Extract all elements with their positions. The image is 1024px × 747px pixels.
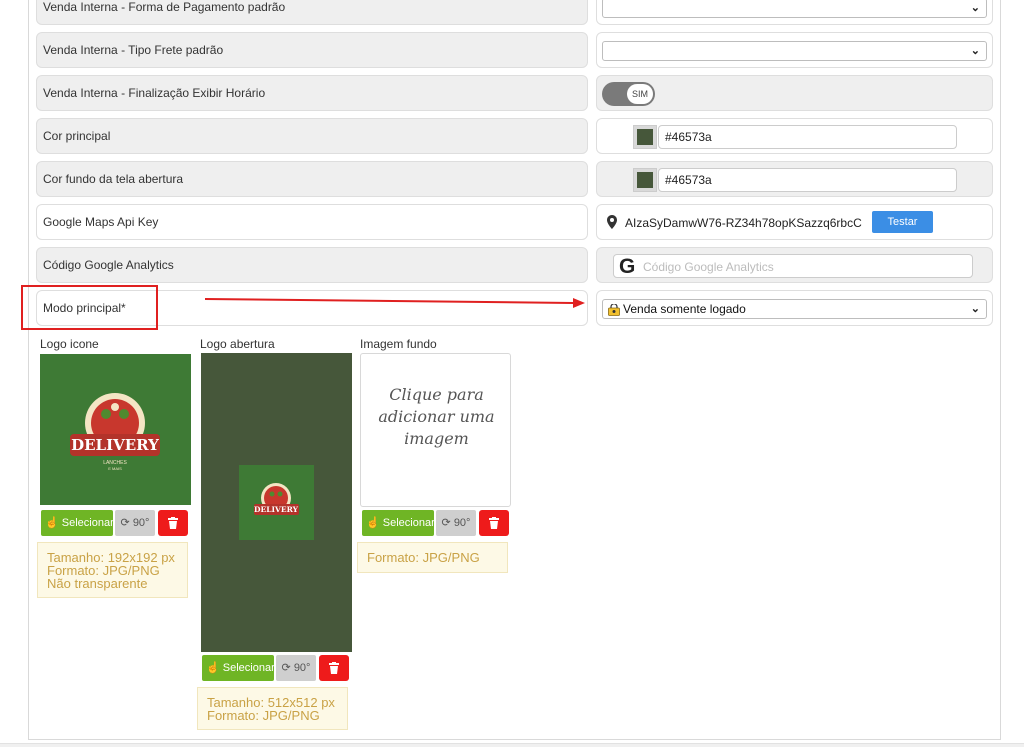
analytics-placeholder: Código Google Analytics — [643, 260, 774, 274]
row-label: Google Maps Api Key — [36, 204, 588, 240]
delete-image-button[interactable] — [319, 655, 349, 681]
logo-icon-actions: ☝ Selecionar ⟳ 90° — [41, 510, 191, 536]
page-bottom-divider — [0, 743, 1024, 747]
select-value: Venda somente logado — [623, 302, 746, 316]
logo-icon-info: Tamanho: 192x192 px Formato: JPG/PNG Não… — [37, 542, 188, 598]
select-image-button[interactable]: ☝ Selecionar — [41, 510, 114, 536]
google-icon: G — [619, 255, 636, 278]
row-label: Venda Interna - Forma de Pagamento padrã… — [36, 0, 588, 25]
chevron-down-icon: ⌄ — [970, 2, 980, 14]
analytics-code-input[interactable]: G Código Google Analytics — [613, 254, 973, 278]
chevron-down-icon: ⌄ — [970, 45, 980, 57]
row-primary-color: Cor principal #46573a — [36, 118, 993, 154]
rotate-label: 90° — [453, 517, 471, 529]
logo-text: DELIVERY — [71, 436, 159, 454]
background-image-dropzone[interactable]: Clique para adicionar uma imagem — [360, 353, 511, 507]
row-label: Código Google Analytics — [36, 247, 588, 283]
main-mode-select[interactable]: Venda somente logado ⌄ — [602, 299, 987, 319]
value-cell: Venda somente logado ⌄ — [596, 290, 993, 326]
logo-text: DELIVERY — [254, 505, 299, 514]
info-line: Não transparente — [47, 576, 148, 591]
color-swatch — [637, 172, 653, 188]
value-cell: #46573a — [596, 161, 993, 197]
color-swatch-button[interactable] — [633, 168, 657, 192]
value-cell: SIM — [596, 75, 993, 111]
logo-opening-image[interactable]: DELIVERY — [201, 353, 352, 652]
hand-pointer-icon: ☝ — [366, 517, 380, 529]
color-swatch — [637, 129, 653, 145]
rotate-button[interactable]: ⟳ 90° — [276, 655, 316, 681]
highlight-annotation — [21, 285, 158, 330]
select-label: Selecionar — [382, 517, 435, 529]
background-image-info: Formato: JPG/PNG — [357, 542, 508, 573]
select-label: Selecionar — [222, 662, 275, 674]
value-cell: AIzaSyDamwW76-RZ34h78opKSazzq6rbcC Testa… — [596, 204, 993, 240]
row-show-time: Venda Interna - Finalização Exibir Horár… — [36, 75, 993, 111]
add-image-placeholder: Clique para adicionar uma imagem — [378, 385, 495, 448]
rotate-button[interactable]: ⟳ 90° — [436, 510, 476, 536]
row-label: Cor principal — [36, 118, 588, 154]
payment-default-select[interactable]: ⌄ — [602, 0, 987, 18]
splash-bg-color-input[interactable]: #46573a — [658, 168, 957, 192]
rotate-label: 90° — [132, 517, 150, 529]
row-splash-bg-color: Cor fundo da tela abertura #46573a — [36, 161, 993, 197]
row-label: Venda Interna - Tipo Frete padrão — [36, 32, 588, 68]
trash-icon — [489, 517, 499, 529]
logo-opening-label: Logo abertura — [200, 337, 275, 351]
background-image-label: Imagem fundo — [360, 337, 437, 351]
opening-logo-thumb: DELIVERY — [239, 465, 314, 540]
rotate-icon: ⟳ — [441, 517, 451, 529]
show-time-toggle[interactable]: SIM — [602, 82, 655, 106]
test-api-key-button[interactable]: Testar — [872, 211, 933, 233]
info-line: Formato: JPG/PNG — [207, 708, 320, 723]
select-image-button[interactable]: ☝ Selecionar — [362, 510, 435, 536]
rotate-icon: ⟳ — [281, 662, 291, 674]
toggle-label: SIM — [627, 84, 653, 104]
delete-image-button[interactable] — [479, 510, 509, 536]
select-image-button[interactable]: ☝ Selecionar — [202, 655, 275, 681]
value-cell: #46573a — [596, 118, 993, 154]
row-analytics-code: Código Google Analytics G Código Google … — [36, 247, 993, 283]
map-pin-icon — [607, 215, 617, 229]
logo-icon-label: Logo icone — [40, 337, 99, 351]
value-cell: ⌄ — [596, 32, 993, 68]
primary-color-input[interactable]: #46573a — [658, 125, 957, 149]
rotate-icon: ⟳ — [120, 517, 130, 529]
chevron-down-icon: ⌄ — [970, 303, 980, 315]
delivery-logo: DELIVERY LANCHES E MAIS — [70, 393, 160, 471]
row-maps-api-key: Google Maps Api Key AIzaSyDamwW76-RZ34h7… — [36, 204, 993, 240]
arrow-annotation — [205, 298, 585, 308]
value-cell: G Código Google Analytics — [596, 247, 993, 283]
value-cell: ⌄ — [596, 0, 993, 25]
logo-subtext-2: E MAIS — [108, 466, 122, 471]
rotate-button[interactable]: ⟳ 90° — [115, 510, 155, 536]
logo-opening-info: Tamanho: 512x512 px Formato: JPG/PNG — [197, 687, 348, 730]
color-swatch-button[interactable] — [633, 125, 657, 149]
logo-opening-actions: ☝ Selecionar ⟳ 90° — [202, 655, 352, 681]
row-freight-default: Venda Interna - Tipo Frete padrão ⌄ — [36, 32, 993, 68]
row-payment-default: Venda Interna - Forma de Pagamento padrã… — [36, 0, 993, 25]
delivery-logo: DELIVERY — [254, 483, 299, 515]
info-line: Formato: JPG/PNG — [367, 550, 480, 565]
rotate-label: 90° — [293, 662, 311, 674]
hand-pointer-icon: ☝ — [45, 517, 59, 529]
hand-pointer-icon: ☝ — [206, 662, 220, 674]
delete-image-button[interactable] — [158, 510, 188, 536]
maps-api-key-input[interactable]: AIzaSyDamwW76-RZ34h78opKSazzq6rbcC — [619, 211, 868, 235]
lock-user-icon — [608, 303, 620, 316]
background-image-actions: ☝ Selecionar ⟳ 90° — [362, 510, 512, 536]
freight-default-select[interactable]: ⌄ — [602, 41, 987, 61]
row-label: Venda Interna - Finalização Exibir Horár… — [36, 75, 588, 111]
trash-icon — [329, 662, 339, 674]
logo-icon-image[interactable]: DELIVERY LANCHES E MAIS — [40, 354, 191, 505]
select-label: Selecionar — [61, 517, 114, 529]
row-label: Cor fundo da tela abertura — [36, 161, 588, 197]
trash-icon — [168, 517, 178, 529]
